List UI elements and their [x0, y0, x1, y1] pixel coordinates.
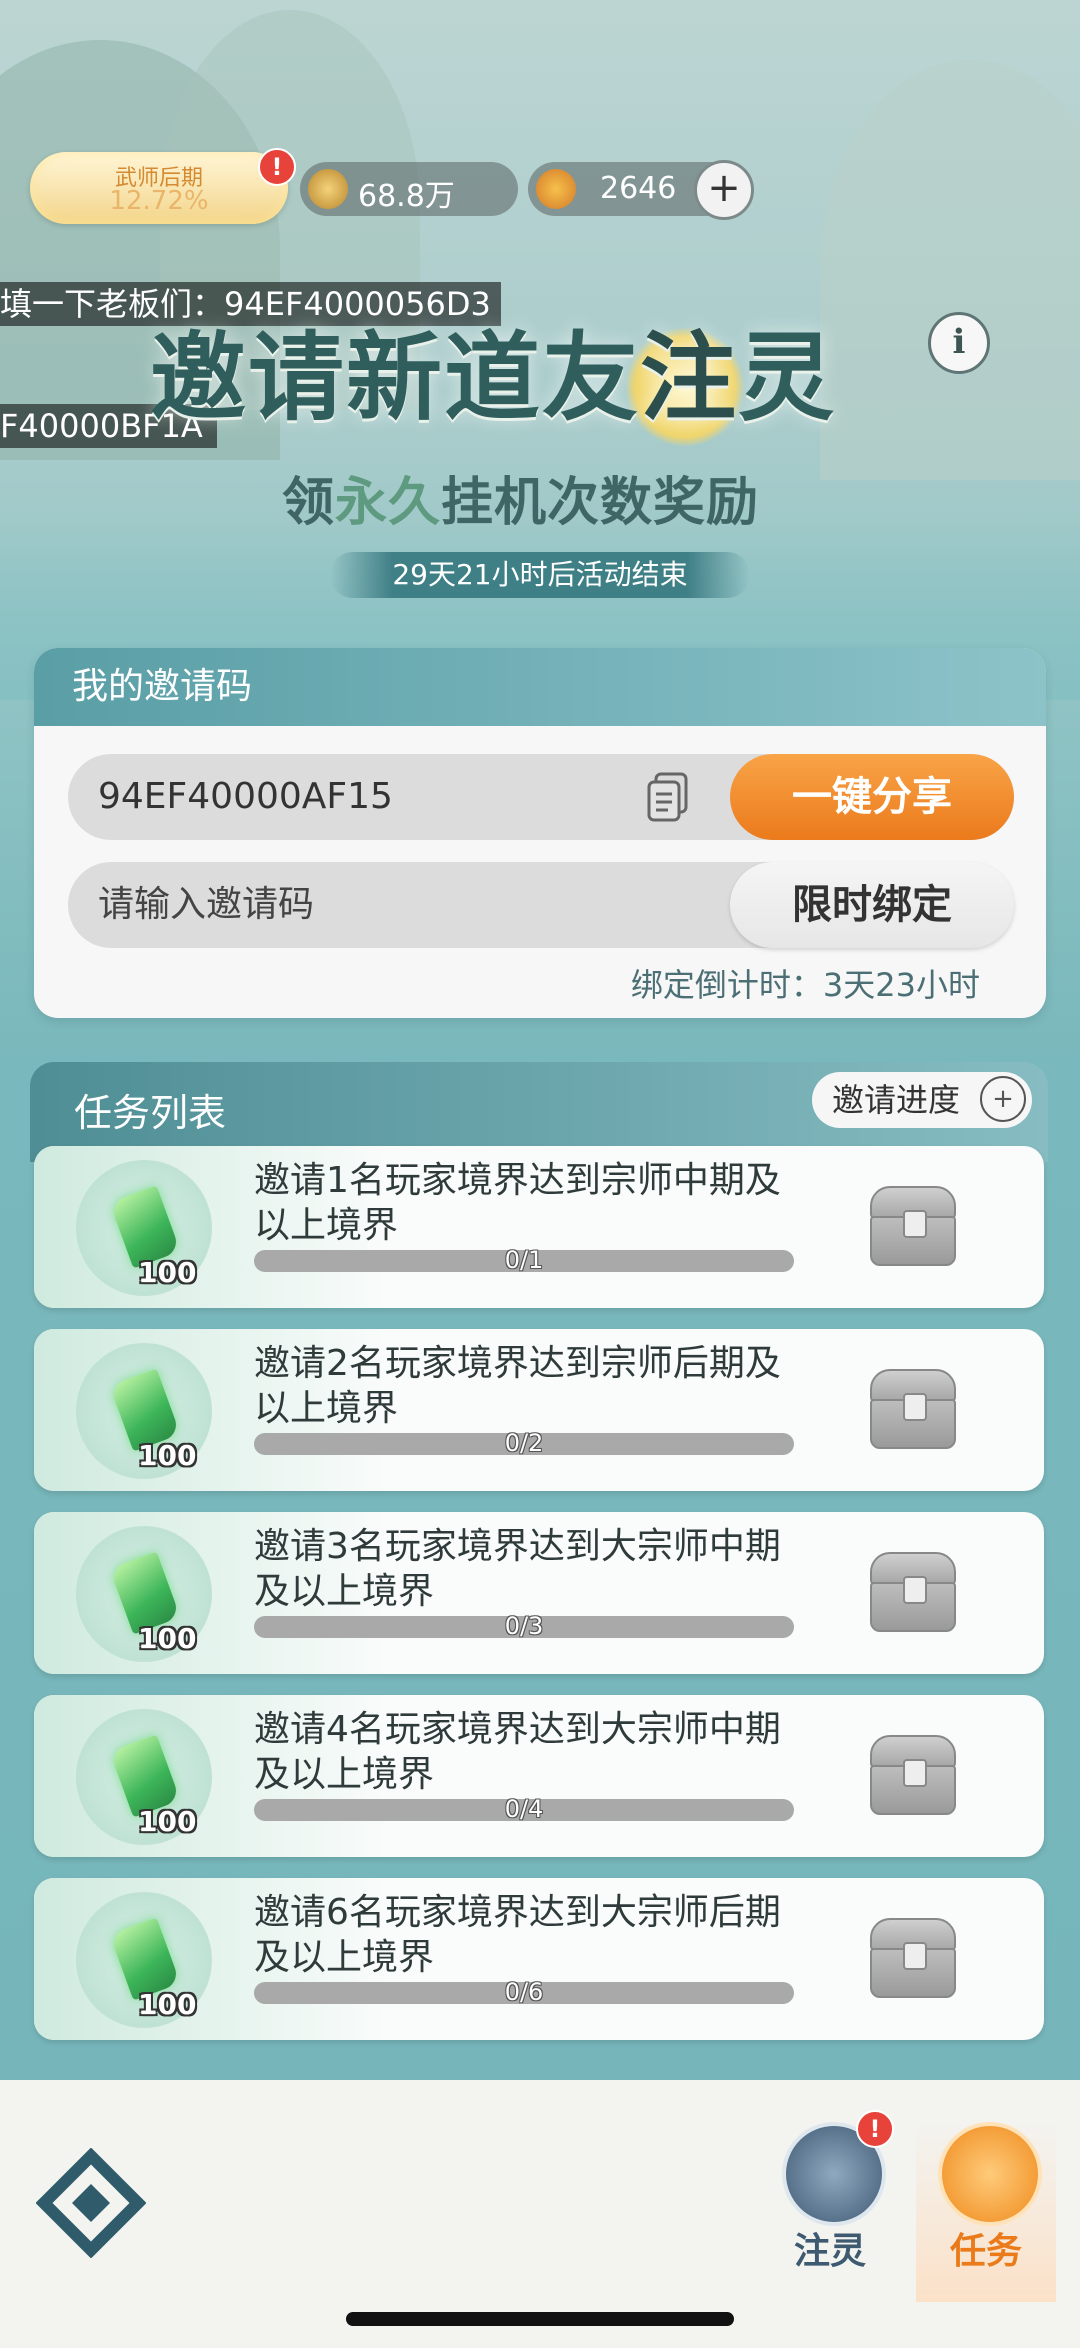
combat-power-pill: 68.8万 — [300, 162, 518, 216]
task-progress-label: 0/4 — [504, 1795, 544, 1823]
task-description: 邀请2名玩家境界达到宗师后期及以上境界 — [254, 1343, 781, 1429]
reward-jade-icon: 100 — [76, 1160, 212, 1296]
subtitle-post: 挂机次数奖励 — [441, 473, 760, 533]
chest-lock-icon — [903, 1942, 927, 1970]
realm-progress-pill[interactable]: 武师后期 12.72% — [30, 152, 288, 224]
title-highlight: 注 — [626, 322, 744, 446]
task-row[interactable]: 100 邀请1名玩家境界达到宗师中期及以上境界 0/1 — [34, 1146, 1044, 1308]
reward-count: 100 — [138, 1256, 197, 1289]
invite-code-card: 我的邀请码 94EF40000AF15 一键分享 请输入邀请码 限时绑定 绑定倒… — [34, 648, 1046, 1018]
task-progress-label: 0/1 — [504, 1246, 544, 1274]
invite-card-header: 我的邀请码 — [34, 648, 1046, 726]
task-progress-bar: 0/4 — [254, 1795, 794, 1823]
bottom-nav: ! 注灵 任务 — [0, 2080, 1080, 2348]
copy-icon[interactable] — [646, 772, 690, 824]
task-list: 任务列表 邀请进度 + 100 邀请1名玩家境界达到宗师中期及以上境界 0/1 100… — [30, 1062, 1048, 2082]
task-row[interactable]: 100 邀请4名玩家境界达到大宗师中期及以上境界 0/4 — [34, 1695, 1044, 1857]
nav-label: 任务 — [949, 2231, 1022, 2272]
reward-count: 100 — [138, 1622, 197, 1655]
task-row[interactable]: 100 邀请2名玩家境界达到宗师后期及以上境界 0/2 — [34, 1329, 1044, 1491]
title-text: 邀请新道友 — [150, 322, 640, 434]
task-description: 邀请3名玩家境界达到大宗师中期及以上境界 — [254, 1526, 781, 1612]
task-description: 邀请1名玩家境界达到宗师中期及以上境界 — [254, 1160, 781, 1246]
coin-icon — [536, 169, 576, 209]
invite-code-input[interactable]: 请输入邀请码 — [98, 862, 314, 948]
reward-jade-icon: 100 — [76, 1709, 212, 1845]
chest-lock-icon — [903, 1393, 927, 1421]
task-row[interactable]: 100 邀请3名玩家境界达到大宗师中期及以上境界 0/3 — [34, 1512, 1044, 1674]
nav-item-zhuling[interactable]: ! 注灵 — [760, 2110, 900, 2302]
task-progress-bar: 0/2 — [254, 1429, 794, 1457]
chest-lock-icon — [903, 1576, 927, 1604]
add-currency-button[interactable]: + — [694, 160, 754, 220]
alert-badge-icon: ! — [258, 148, 296, 186]
subtitle-pre: 领 — [282, 473, 336, 533]
nav-item-tasks[interactable]: 任务 — [916, 2122, 1056, 2302]
bind-button[interactable]: 限时绑定 — [730, 862, 1014, 948]
reward-count: 100 — [138, 1439, 197, 1472]
task-description: 邀请6名玩家境界达到大宗师后期及以上境界 — [254, 1892, 781, 1978]
task-progress-label: 0/3 — [504, 1612, 544, 1640]
nav-alert-badge-icon: ! — [856, 2110, 894, 2148]
task-progress-bar: 0/1 — [254, 1246, 794, 1274]
title-highlight-char: 注 — [640, 322, 738, 434]
task-progress-bar: 0/6 — [254, 1978, 794, 2006]
invite-code-input-field[interactable]: 请输入邀请码 限时绑定 — [68, 862, 1014, 948]
task-progress-label: 0/2 — [504, 1429, 544, 1457]
crossed-swords-icon — [308, 169, 348, 209]
reward-count: 100 — [138, 1988, 197, 2021]
nav-label: 注灵 — [793, 2231, 866, 2272]
treasure-chest-icon[interactable] — [870, 1735, 956, 1817]
scroll-icon — [938, 2122, 1042, 2226]
treasure-chest-icon[interactable] — [870, 1186, 956, 1268]
currency-value: 2646 — [600, 171, 677, 206]
share-button[interactable]: 一键分享 — [730, 754, 1014, 840]
bind-countdown: 绑定倒计时：3天23小时 — [630, 966, 980, 1004]
task-row[interactable]: 100 邀请6名玩家境界达到大宗师后期及以上境界 0/6 — [34, 1878, 1044, 2040]
treasure-chest-icon[interactable] — [870, 1552, 956, 1634]
home-indicator[interactable] — [346, 2312, 734, 2326]
event-countdown: 29天21小时后活动结束 — [330, 552, 750, 598]
game-logo-icon[interactable] — [36, 2148, 146, 2258]
info-button[interactable]: i — [928, 312, 990, 374]
event-title: 邀请新道友 注灵 — [150, 300, 836, 446]
task-progress-bar: 0/3 — [254, 1612, 794, 1640]
realm-percent: 12.72% — [109, 186, 209, 216]
title-text-end: 灵 — [738, 322, 836, 434]
event-subtitle: 领永久挂机次数奖励 — [282, 460, 759, 535]
reward-count: 100 — [138, 1805, 197, 1838]
chest-lock-icon — [903, 1759, 927, 1787]
my-invite-code: 94EF40000AF15 — [98, 776, 393, 817]
subtitle-highlight: 永久 — [335, 473, 442, 533]
invite-progress-button[interactable]: 邀请进度 + — [812, 1072, 1032, 1128]
task-description: 邀请4名玩家境界达到大宗师中期及以上境界 — [254, 1709, 781, 1795]
invite-progress-label: 邀请进度 — [832, 1081, 961, 1119]
add-user-icon: + — [980, 1076, 1026, 1122]
reward-jade-icon: 100 — [76, 1892, 212, 2028]
treasure-chest-icon[interactable] — [870, 1369, 956, 1451]
combat-power-value: 68.8万 — [358, 179, 455, 214]
treasure-chest-icon[interactable] — [870, 1918, 956, 2000]
reward-jade-icon: 100 — [76, 1343, 212, 1479]
chest-lock-icon — [903, 1210, 927, 1238]
my-invite-code-field: 94EF40000AF15 一键分享 — [68, 754, 1014, 840]
reward-jade-icon: 100 — [76, 1526, 212, 1662]
task-progress-label: 0/6 — [504, 1978, 544, 2006]
task-list-title: 任务列表 — [74, 1091, 227, 1135]
